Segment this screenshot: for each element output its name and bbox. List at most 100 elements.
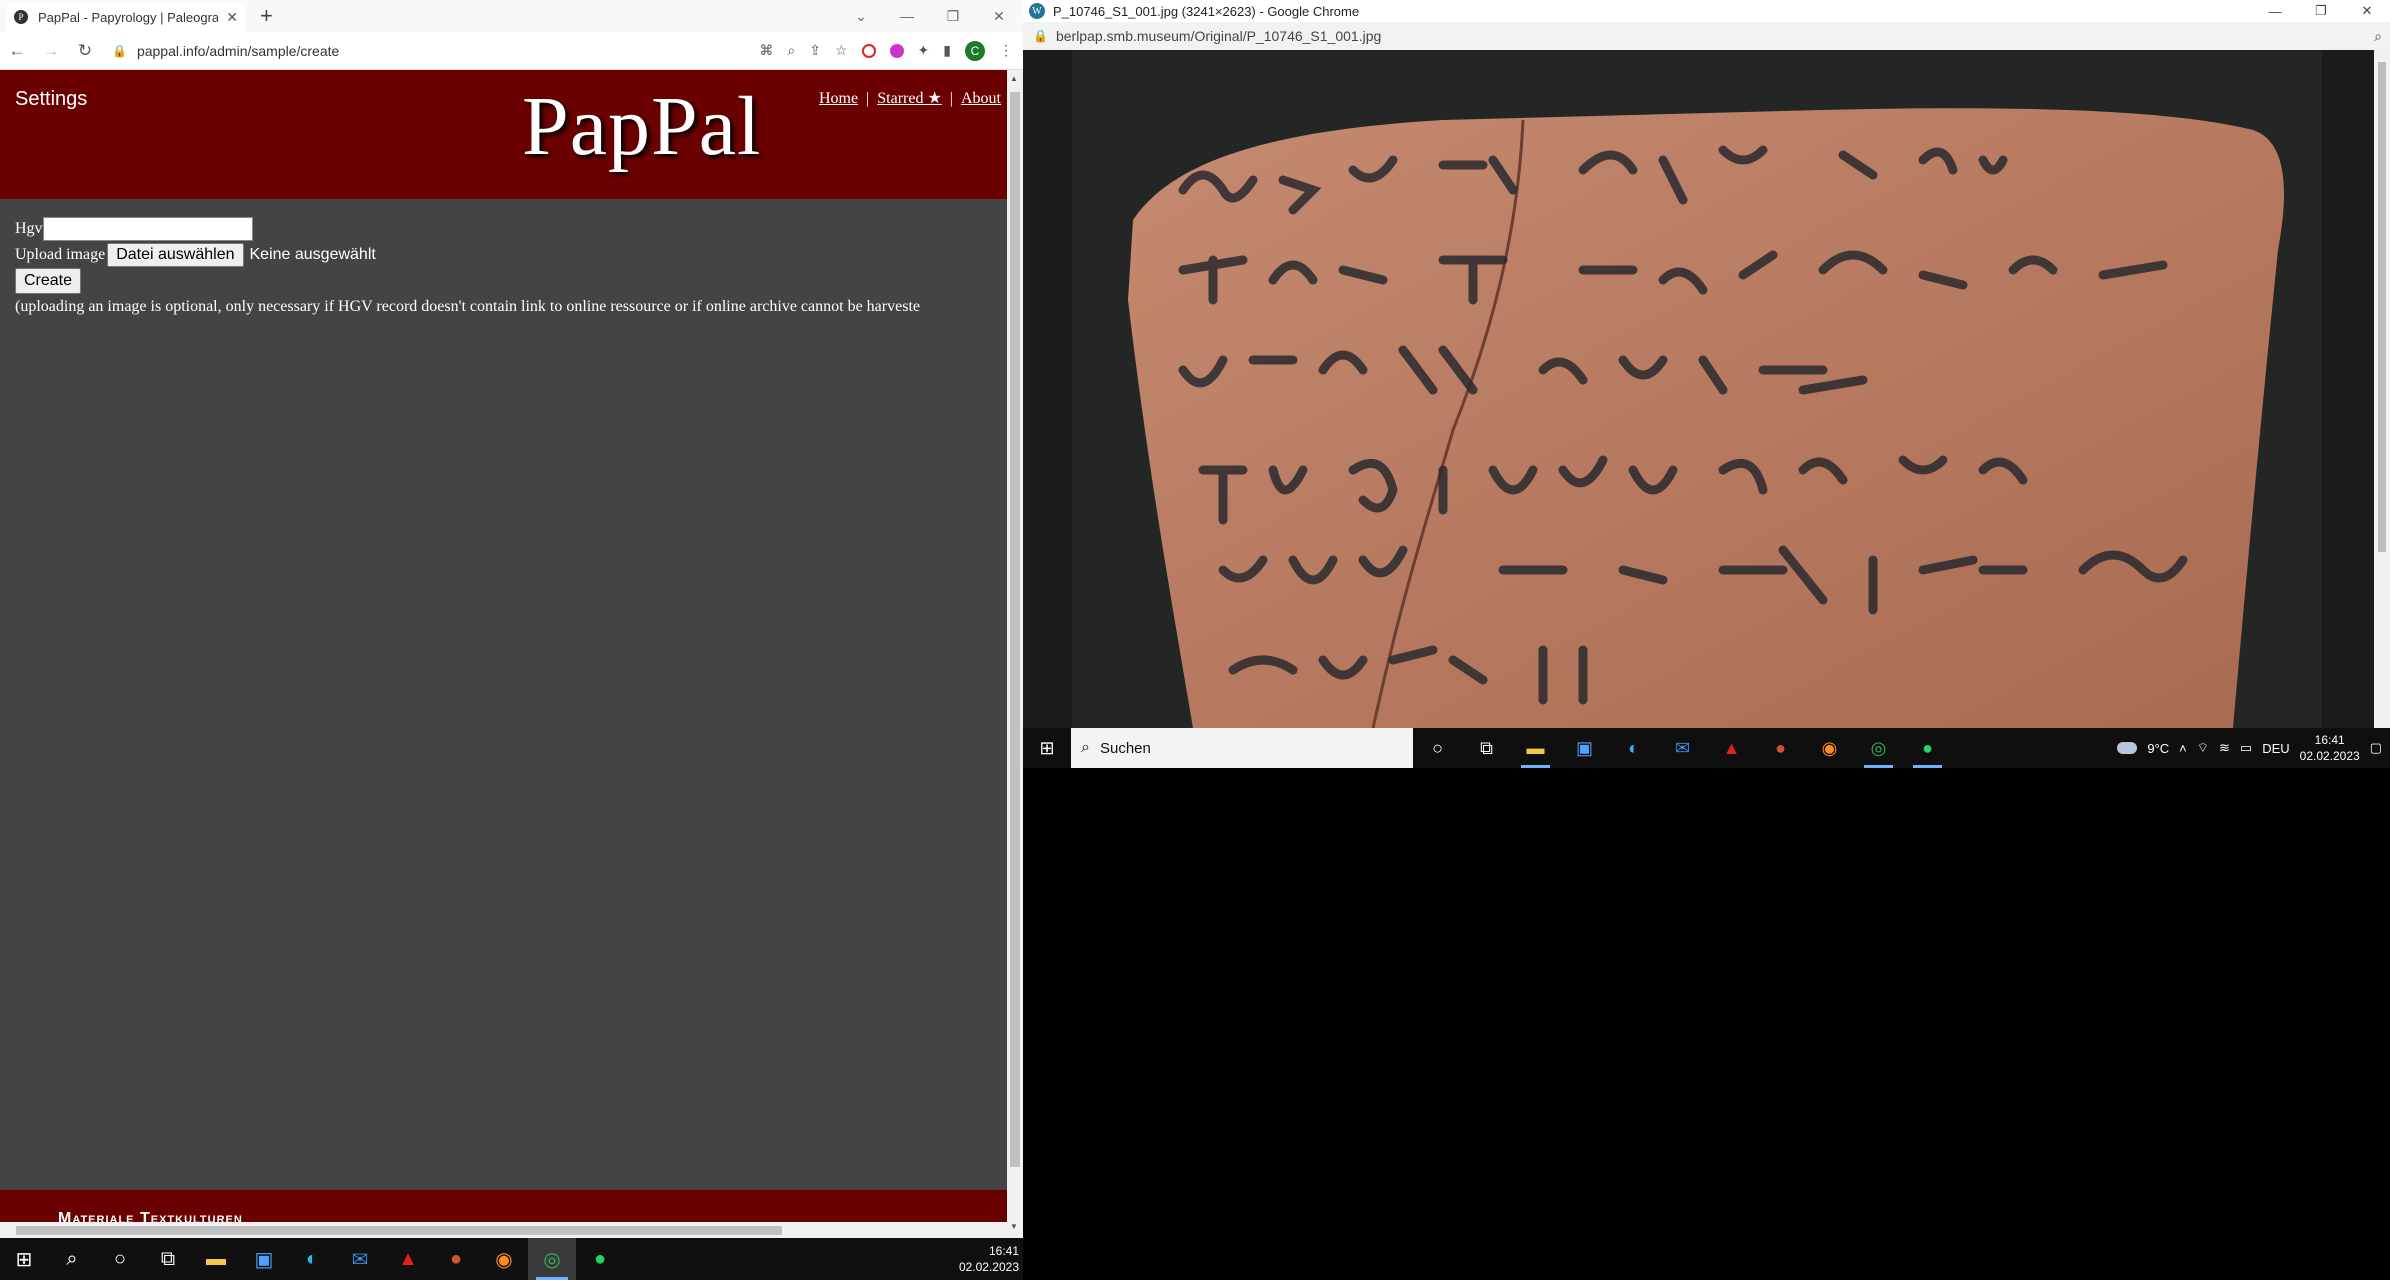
vertical-scrollbar[interactable]: ▲ ▼ (1007, 70, 1023, 1238)
clock-time: 16:41 (988, 1244, 1019, 1258)
windows-start-icon[interactable]: ⊞ (0, 1238, 48, 1280)
tab-close-icon[interactable]: ✕ (226, 9, 238, 26)
minimize-icon[interactable]: — (2252, 4, 2298, 19)
taskbar-clock[interactable]: 16:41 02.02.2023 (959, 1243, 1023, 1275)
language-indicator[interactable]: DEU (2262, 741, 2289, 756)
cortana-icon[interactable]: ○ (1413, 728, 1462, 768)
tab-search-icon[interactable]: ⌄ (838, 8, 884, 25)
search-placeholder: Suchen (1099, 739, 1151, 757)
extensions-puzzle-icon[interactable]: ✦ (918, 42, 930, 59)
nav-starred-link[interactable]: Starred ★ (877, 90, 942, 107)
clock-time: 16:41 (2314, 733, 2345, 747)
image-viewer (1023, 50, 2390, 728)
powerpoint-icon[interactable]: ● (432, 1238, 480, 1280)
url-field[interactable]: 🔒 pappal.info/admin/sample/create (112, 43, 759, 59)
right-title-bar: W P_10746_S1_001.jpg (3241×2623) - Googl… (1023, 0, 2390, 22)
menu-kebab-icon[interactable]: ⋮ (999, 42, 1013, 59)
url-text: pappal.info/admin/sample/create (136, 42, 340, 59)
choose-file-button[interactable]: Datei auswählen (107, 243, 244, 267)
firefox-icon[interactable]: ◉ (480, 1238, 528, 1280)
task-view-icon[interactable]: ⧉ (1462, 728, 1511, 768)
mail-icon[interactable]: ✉ (1658, 728, 1707, 768)
upload-label: Upload image (15, 246, 106, 263)
weather-temp[interactable]: 9°C (2147, 741, 2169, 756)
reload-icon[interactable]: ↻ (68, 41, 102, 61)
right-address-bar[interactable]: 🔒 berlpap.smb.museum/Original/P_10746_S1… (1023, 22, 2390, 50)
horizontal-scroll-thumb[interactable] (16, 1226, 782, 1235)
side-panel-icon[interactable]: ▮ (943, 42, 951, 59)
spotify-icon[interactable]: ● (576, 1238, 624, 1280)
notifications-icon[interactable]: ▢ (2370, 740, 2382, 756)
firefox-icon[interactable]: ◉ (1805, 728, 1854, 768)
search-icon[interactable]: ⌕ (48, 1238, 96, 1280)
forward-icon[interactable]: → (34, 41, 68, 61)
horizontal-scrollbar[interactable] (0, 1222, 1007, 1238)
close-window-icon[interactable]: ✕ (2344, 3, 2390, 19)
right-window-title: P_10746_S1_001.jpg (3241×2623) - Google … (1053, 3, 1360, 19)
network-icon[interactable]: ⌔ (2197, 740, 2209, 756)
weather-cloud-icon[interactable] (2117, 742, 2138, 754)
battery-icon[interactable]: ▭ (2240, 740, 2252, 756)
profile-avatar[interactable]: C (965, 40, 985, 61)
mail-icon[interactable]: ✉ (336, 1238, 384, 1280)
taskbar-search-box[interactable]: ⌕ Suchen (1071, 728, 1413, 768)
zoom-icon[interactable]: ⌕ (2374, 28, 2382, 45)
vertical-scroll-thumb[interactable] (1010, 92, 1020, 1167)
right-taskbar: ⊞ ⌕ Suchen ○ ⧉ ▬ ▣ ◐ ✉ ▲ ● ◉ ◎ ● 9°C ˄ ⌔… (1023, 728, 2390, 768)
bookmark-star-icon[interactable]: ☆ (835, 42, 848, 59)
wifi-icon[interactable]: ≋ (2219, 740, 2230, 756)
scroll-down-icon[interactable]: ▼ (1010, 1222, 1018, 1231)
web-page: Settings PapPal Home | Starred ★ | About Hgv… (0, 70, 1007, 1238)
cortana-icon[interactable]: ○ (96, 1238, 144, 1280)
acrobat-icon[interactable]: ▲ (384, 1238, 432, 1280)
nav-separator: | (866, 90, 870, 107)
restore-icon[interactable]: ❐ (2298, 3, 2344, 19)
file-explorer-icon[interactable]: ▬ (1511, 728, 1560, 768)
clock-date: 02.02.2023 (2299, 749, 2360, 763)
desktop: P PapPal - Papyrology | Paleograph... ✕ … (0, 0, 2390, 1280)
file-explorer-icon[interactable]: ▬ (192, 1238, 240, 1280)
papyrus-ostracon-image[interactable] (1023, 50, 2374, 728)
windows-start-icon[interactable]: ⊞ (1023, 728, 1071, 768)
nav-home-link[interactable]: Home (819, 90, 858, 107)
left-taskbar: ⊞ ⌕ ○ ⧉ ▬ ▣ ◐ ✉ ▲ ● ◉ ◎ ● 16:41 02.02.20… (0, 1238, 1023, 1280)
site-logo[interactable]: PapPal (522, 78, 761, 175)
edge-icon[interactable]: ◐ (1609, 728, 1658, 768)
edge-icon[interactable]: ◐ (288, 1238, 336, 1280)
extension-red-icon[interactable] (861, 43, 876, 58)
minimize-icon[interactable]: — (884, 8, 930, 24)
right-vertical-scrollbar[interactable] (2374, 50, 2390, 728)
tab-pappal[interactable]: P PapPal - Papyrology | Paleograph... ✕ (6, 2, 246, 32)
tab-title: PapPal - Papyrology | Paleograph... (38, 9, 219, 25)
right-url-text: berlpap.smb.museum/Original/P_10746_S1_0… (1055, 28, 1382, 44)
create-button[interactable]: Create (15, 268, 82, 294)
create-row: Create (15, 268, 920, 294)
translate-icon[interactable]: ⌘ (759, 42, 773, 59)
right-scroll-thumb[interactable] (2378, 62, 2386, 552)
chrome-icon[interactable]: ◎ (528, 1238, 576, 1280)
share-icon[interactable]: ⇪ (809, 42, 821, 59)
back-icon[interactable]: ← (0, 41, 34, 61)
search-icon: ⌕ (1081, 739, 1090, 756)
store-icon[interactable]: ▣ (1560, 728, 1609, 768)
extension-magenta-icon[interactable] (889, 43, 904, 58)
chrome-icon[interactable]: ◎ (1854, 728, 1903, 768)
scroll-up-icon[interactable]: ▲ (1010, 74, 1018, 83)
tray-chevron-up-icon[interactable]: ˄ (2179, 741, 2187, 756)
nav-about-link[interactable]: About (961, 90, 1001, 107)
store-icon[interactable]: ▣ (240, 1238, 288, 1280)
powerpoint-icon[interactable]: ● (1756, 728, 1805, 768)
zoom-icon[interactable]: ⌕ (787, 42, 795, 59)
hgv-label: Hgv (15, 220, 43, 237)
restore-icon[interactable]: ❐ (930, 8, 976, 25)
task-view-icon[interactable]: ⧉ (144, 1238, 192, 1280)
new-tab-icon[interactable]: + (260, 3, 273, 29)
hgv-input[interactable] (42, 217, 253, 241)
file-status: Keine ausgewählt (249, 246, 376, 263)
toolbar-icons: ⌘ ⌕ ⇪ ☆ ✦ ▮ C ⋮ (759, 40, 1023, 61)
site-header: Settings PapPal Home | Starred ★ | About (0, 70, 1007, 199)
spotify-icon[interactable]: ● (1903, 728, 1952, 768)
acrobat-icon[interactable]: ▲ (1707, 728, 1756, 768)
taskbar-clock[interactable]: 16:41 02.02.2023 (2300, 732, 2360, 764)
close-window-icon[interactable]: ✕ (976, 8, 1022, 25)
